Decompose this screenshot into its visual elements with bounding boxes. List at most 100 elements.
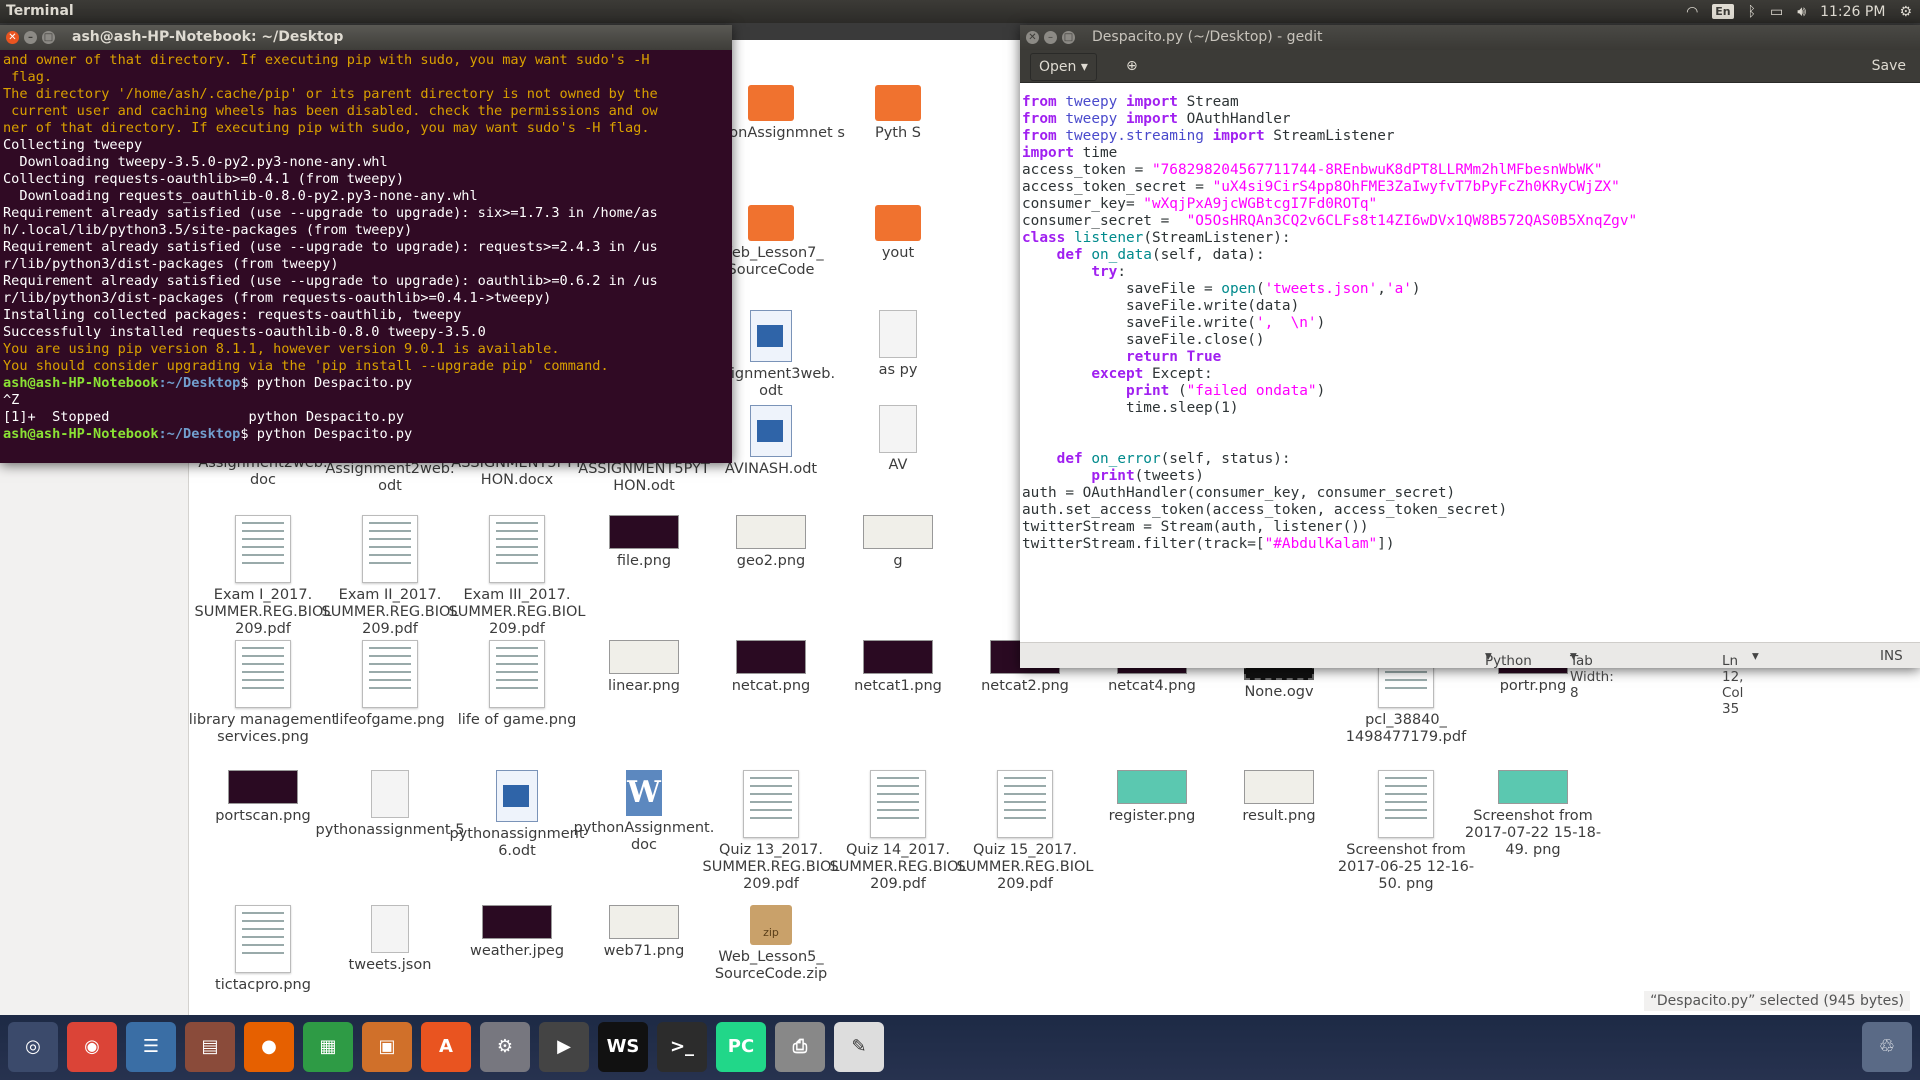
code-line: class listener(StreamListener): [1022,230,1291,246]
image-thumbnail [736,640,806,674]
folder-icon [875,85,921,121]
code-line: twitterStream.filter(track=["#AbdulKalam… [1022,536,1395,552]
code-line: consumer_secret = "O5OsHRQAn3CQ2v6CLFs8t… [1022,213,1638,229]
chevron-down-icon: ▾ [1080,59,1088,75]
code-line: twitterStream = Stream(auth, listener()) [1022,519,1369,535]
gedit-title: Despacito.py (~/Desktop) - gedit [1092,29,1323,45]
document-thumbnail [743,770,799,838]
gear-icon[interactable]: ⚙ [1899,4,1912,20]
files-icon[interactable]: ▤ [185,1022,235,1072]
document-thumbnail [489,515,545,583]
image-thumbnail [609,905,679,939]
pycharm-icon[interactable]: PC [716,1022,766,1072]
wifi-icon[interactable]: ◠ [1686,4,1698,20]
text-editor-icon[interactable]: ✎ [834,1022,884,1072]
file-item[interactable]: Screenshot from 2017-07-22 15-18-49. png [1458,770,1608,859]
gedit-window[interactable]: ✕ – □ Despacito.py (~/Desktop) - gedit O… [1020,25,1920,717]
save-button[interactable]: Save [1864,53,1914,79]
terminal-output[interactable]: and owner of that directory. If executin… [0,50,732,445]
printer-icon[interactable]: ⎙ [775,1022,825,1072]
code-line: time.sleep(1) [1022,400,1239,416]
terminal-window[interactable]: ✕ – □ ash@ash-HP-Notebook: ~/Desktop and… [0,25,732,463]
code-line: saveFile = open('tweets.json','a') [1022,281,1421,297]
trash-icon[interactable]: ♲ [1862,1022,1912,1072]
webstorm-icon[interactable]: WS [598,1022,648,1072]
file-item[interactable]: as py [823,310,973,379]
minimize-icon[interactable]: – [24,31,37,44]
file-name: pcl_38840_ 1498477179.pdf [1345,712,1467,745]
gedit-statusbar: Python ▾ Tab Width: 8 ▾ Ln 12, Col 35 ▾ … [1020,642,1920,717]
terminal-line: Collecting requests-oauthlib>=0.4.1 (fro… [3,171,405,187]
keyboard-layout-indicator[interactable]: En [1712,4,1734,19]
battery-icon[interactable]: ▭ [1770,4,1783,20]
gedit-toolbar: Open ▾ ⊕ Save [1020,50,1920,83]
terminal-line: Requirement already satisfied (use --upg… [3,205,658,221]
maximize-icon[interactable]: □ [42,31,55,44]
chrome-icon[interactable]: ◉ [67,1022,117,1072]
minimize-icon[interactable]: – [1044,31,1057,44]
cursor-position-label: Ln 12, Col 35 [1722,653,1744,717]
open-button[interactable]: Open ▾ [1030,53,1097,81]
command-text: $ python Despacito.py [240,375,413,391]
file-item[interactable]: g [823,515,973,570]
file-name: as py [878,362,918,378]
terminal-titlebar[interactable]: ✕ – □ ash@ash-HP-Notebook: ~/Desktop [0,25,732,50]
file-item[interactable]: Pyth S [823,85,973,142]
software-center-icon[interactable]: A [421,1022,471,1072]
code-line: auth = OAuthHandler(consumer_key, consum… [1022,485,1456,501]
dash-icon[interactable]: ◎ [8,1022,58,1072]
terminal-line: You are using pip version 8.1.1, however… [3,341,560,357]
terminal-line: Successfully installed requests-oauthlib… [3,324,486,340]
image-thumbnail [863,640,933,674]
image-thumbnail [863,515,933,549]
system-settings-icon[interactable]: ⚙ [480,1022,530,1072]
code-line: try: [1091,264,1126,280]
video-editor-icon[interactable]: ▶ [539,1022,589,1072]
terminal-line: Requirement already satisfied (use --upg… [3,273,658,289]
odt-document-icon [750,405,792,457]
maximize-icon[interactable]: □ [1062,31,1075,44]
language-selector[interactable]: Python ▾ [1485,648,1532,669]
file-item[interactable]: AV [823,405,973,474]
tab-width-selector[interactable]: Tab Width: 8 ▾ [1570,648,1614,701]
code-line: def on_error(self, status): [1056,451,1291,467]
image-thumbnail [1244,770,1314,804]
terminal-line: Downloading requests_oauthlib-0.8.0-py2.… [3,188,478,204]
insert-mode: INS [1880,648,1903,664]
code-line: return True [1125,349,1222,365]
close-icon[interactable]: ✕ [1026,31,1039,44]
libreoffice-impress-icon[interactable]: ▣ [362,1022,412,1072]
document-thumbnail [1378,770,1434,838]
indicator-tray: ◠ En ᛒ ▭ 🔊︎ 11:26 PM ⚙ [1686,0,1920,23]
file-item[interactable]: yout [823,205,973,262]
odt-document-icon [496,770,538,822]
image-thumbnail [1117,770,1187,804]
cursor-position[interactable]: Ln 12, Col 35 ▾ [1722,648,1759,717]
document-thumbnail [235,905,291,973]
close-icon[interactable]: ✕ [6,31,19,44]
gedit-titlebar[interactable]: ✕ – □ Despacito.py (~/Desktop) - gedit [1020,25,1920,50]
source-code[interactable]: from tweepy import Stream from tweepy imp… [1020,94,1920,553]
terminal-icon[interactable]: >_ [657,1022,707,1072]
libreoffice-calc-icon[interactable]: ▦ [303,1022,353,1072]
code-line: access_token_secret = "uX4si9CirS4pp8OhF… [1022,179,1620,195]
bluetooth-icon[interactable]: ᛒ [1748,4,1756,20]
firefox-icon[interactable]: ● [244,1022,294,1072]
clock[interactable]: 11:26 PM [1820,4,1885,20]
document-thumbnail [997,770,1053,838]
new-tab-icon[interactable]: ⊕ [1118,53,1146,79]
code-editor[interactable]: from tweepy import Stream from tweepy imp… [1020,94,1920,643]
image-thumbnail [482,905,552,939]
libreoffice-writer-icon[interactable]: ☰ [126,1022,176,1072]
prompt-path: :~/Desktop [158,426,241,442]
volume-icon[interactable]: 🔊︎ [1797,4,1806,20]
terminal-line: r/lib/python3/dist-packages (from reques… [3,290,552,306]
code-line: print(tweets) [1091,468,1204,484]
code-line: access_token = "768298204567711744-8REnb… [1022,162,1603,178]
file-item[interactable]: zip Web_Lesson5_ SourceCode.zip [696,905,846,983]
terminal-line: and owner of that directory. If executin… [3,52,650,68]
code-line: from tweepy import OAuthHandler [1022,111,1291,127]
document-thumbnail [870,770,926,838]
